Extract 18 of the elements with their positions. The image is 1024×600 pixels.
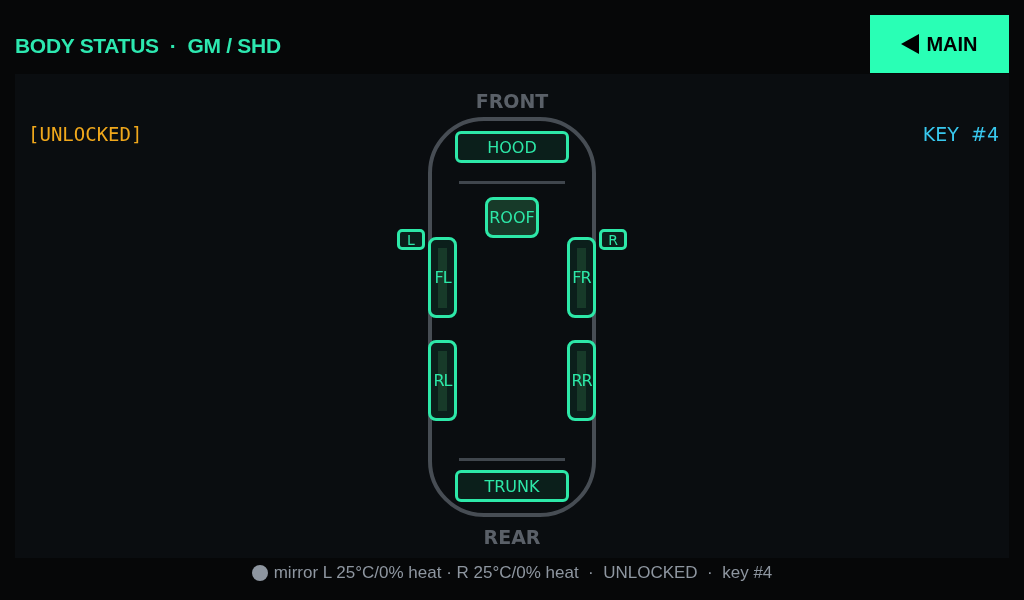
roof-indicator: ROOF	[485, 197, 539, 238]
door-indicator: FR	[567, 237, 596, 318]
door-indicator: FL	[428, 237, 457, 318]
mirror-indicator: R	[599, 229, 627, 250]
key-label: KEY #4	[922, 123, 999, 145]
mirror-indicator: L	[397, 229, 425, 250]
main-button[interactable]: MAIN	[870, 15, 1009, 73]
lock-status-text: [UNLOCKED]	[28, 123, 143, 145]
left-triangle-icon	[901, 34, 920, 54]
hood-indicator: HOOD	[455, 131, 569, 163]
screen-title: BODY STATUS · GM / SHD	[15, 34, 281, 58]
status-line-text: mirror L 25°C/0% heat · R 25°C/0% heat · UNLOCKED · key #4	[273, 563, 773, 583]
dot-icon	[251, 565, 268, 581]
trunk-indicator: TRUNK	[455, 470, 569, 502]
rear-label: REAR	[482, 526, 542, 548]
front-label: FRONT	[474, 90, 550, 112]
door-indicator: RL	[428, 340, 457, 421]
door-indicator: RR	[567, 340, 596, 421]
